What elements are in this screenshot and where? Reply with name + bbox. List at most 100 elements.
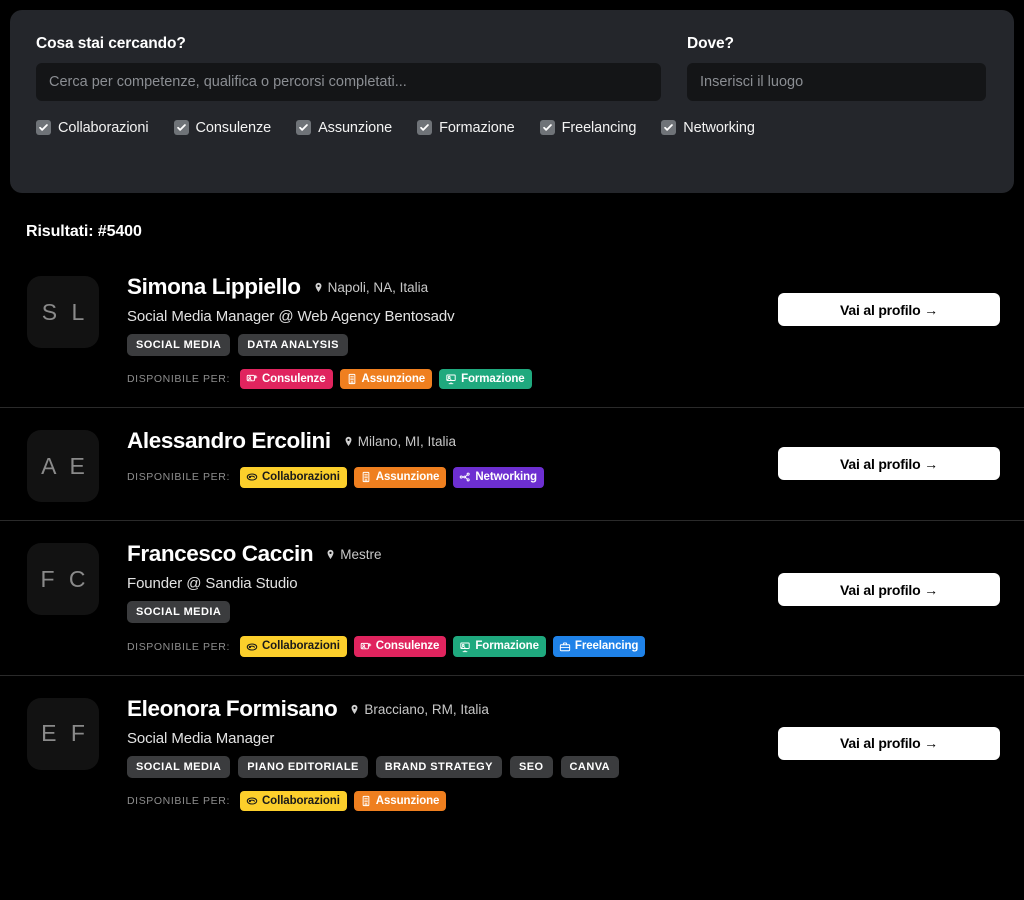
availability-badge-consulenze: Consulenze: [353, 636, 447, 657]
location-input[interactable]: [687, 62, 986, 101]
availability-badge-formazione: Formazione: [439, 368, 532, 390]
person-name: Eleonora Formisano: [127, 695, 338, 721]
check-icon[interactable]: [173, 120, 189, 135]
skill-tag-list: SOCIAL MEDIA: [127, 601, 778, 624]
availability-badge-label: Assunzione: [361, 372, 426, 385]
filter-checkbox-formazione[interactable]: Formazione: [417, 120, 515, 136]
availability-badge-assunzione: Assunzione: [339, 368, 433, 390]
what-field-label: Cosa stai cercando?: [36, 35, 186, 52]
result-card: S L Simona Lippiello Napoli, NA, Italia Soc…: [0, 254, 1024, 407]
person-name: Alessandro Ercolini: [127, 428, 331, 454]
skill-tag: DATA ANALYSIS: [238, 333, 348, 356]
skill-tag: SOCIAL MEDIA: [127, 333, 231, 356]
headline: Founder @ Sandia Studio: [127, 575, 298, 593]
availability-badge-collaborazioni: Collaborazioni: [239, 790, 347, 812]
location-text: Milano, MI, Italia: [357, 434, 457, 450]
location-text: Napoli, NA, Italia: [327, 280, 429, 295]
availability-label: DISPONIBILE PER:: [127, 471, 230, 484]
filter-checkbox-label: Formazione: [439, 119, 515, 136]
handshake-icon: [246, 471, 258, 483]
availability-label: DISPONIBILE PER:: [127, 794, 230, 807]
filter-checkbox-networking[interactable]: Networking: [661, 120, 755, 136]
go-to-profile-button[interactable]: Vai al profilo →: [778, 573, 1000, 607]
building-icon: [360, 471, 372, 483]
where-field-label: Dove?: [687, 35, 734, 52]
availability-badge-label: Freelancing: [574, 640, 639, 653]
availability-badge-networking: Networking: [453, 467, 544, 488]
availability-badge-assunzione: Assunzione: [353, 790, 447, 812]
availability-badge-consulenze: Consulenze: [239, 368, 333, 390]
map-pin-icon: [325, 548, 336, 561]
availability-row: DISPONIBILE PER: Collaborazioni Assunzione: [127, 790, 778, 812]
avatar: E F: [27, 697, 99, 770]
availability-badge-label: Formazione: [461, 372, 525, 385]
go-to-profile-button[interactable]: Vai al profilo →: [778, 293, 1000, 326]
skill-tag: PIANO EDITORIALE: [238, 755, 368, 778]
map-pin-icon: [343, 435, 354, 448]
check-icon[interactable]: [661, 120, 677, 135]
location: Bracciano, RM, Italia: [349, 702, 489, 717]
skill-tag: SEO: [509, 755, 553, 778]
result-card: E F Eleonora Formisano Bracciano, RM, Ital…: [0, 674, 1024, 829]
results-list: S L Simona Lippiello Napoli, NA, Italia Soc…: [0, 254, 1024, 829]
go-to-profile-button[interactable]: Vai al profilo →: [778, 726, 1000, 760]
search-filter-panel: Cosa stai cercando? Dove? Collaborazioni…: [10, 10, 1014, 193]
availability-badge-label: Consulenze: [261, 372, 326, 385]
building-icon: [360, 795, 372, 807]
availability-badge-label: Collaborazioni: [261, 640, 340, 653]
card-body: Francesco Caccin Mestre Founder @ Sandia S…: [99, 539, 778, 657]
headline: Social Media Manager: [127, 729, 275, 747]
whiteboard-teacher-icon: [445, 373, 457, 385]
location-text: Bracciano, RM, Italia: [364, 701, 489, 717]
availability-badge-freelancing: Freelancing: [552, 636, 646, 657]
results-count-title: Risultati: #5400: [26, 223, 142, 240]
filter-checkbox-freelancing[interactable]: Freelancing: [539, 119, 637, 136]
card-body: Alessandro Ercolini Milano, MI, Italia DIS…: [99, 426, 778, 488]
avatar: S L: [27, 276, 99, 348]
filter-checkbox-collaborazioni[interactable]: Collaborazioni: [36, 120, 149, 136]
check-icon[interactable]: [36, 120, 51, 135]
availability-row: DISPONIBILE PER: Collaborazioni Consulenze…: [127, 636, 778, 657]
location-text: Mestre: [340, 547, 382, 563]
skill-tag-list: SOCIAL MEDIA PIANO EDITORIALE BRAND STRATE…: [127, 755, 778, 778]
filter-checkbox-label: Collaborazioni: [58, 119, 149, 136]
availability-row: DISPONIBILE PER: Collaborazioni Assunzione…: [127, 467, 778, 488]
filter-checkbox-label: Consulenze: [195, 119, 272, 136]
availability-badge-assunzione: Assunzione: [353, 467, 447, 488]
filter-checkbox-consulenze[interactable]: Consulenze: [173, 119, 272, 136]
availability-badge-label: Assunzione: [375, 794, 440, 807]
result-card: A E Alessandro Ercolini Milano, MI, Italia…: [0, 407, 1024, 520]
presentation-person-icon: [246, 373, 258, 385]
availability-label: DISPONIBILE PER:: [127, 373, 230, 386]
map-pin-icon: [313, 281, 324, 294]
check-icon[interactable]: [539, 120, 555, 135]
skill-tag: BRAND STRATEGY: [375, 755, 502, 778]
map-pin-icon: [349, 703, 360, 716]
availability-badge-label: Networking: [475, 471, 537, 484]
location: Mestre: [325, 547, 381, 562]
presentation-person-icon: [360, 641, 372, 653]
skill-tag: CANVA: [560, 755, 620, 778]
skill-tag: SOCIAL MEDIA: [127, 755, 231, 778]
search-input[interactable]: [36, 62, 661, 101]
filter-checkbox-assunzione[interactable]: Assunzione: [296, 120, 392, 136]
availability-badge-label: Assunzione: [375, 471, 440, 484]
availability-badge-label: Collaborazioni: [261, 471, 340, 484]
avatar: A E: [27, 430, 99, 503]
filter-checkbox-label: Freelancing: [561, 119, 637, 136]
availability-badge-label: Collaborazioni: [261, 794, 340, 807]
go-to-profile-button[interactable]: Vai al profilo →: [778, 447, 1000, 481]
availability-row: DISPONIBILE PER: Consulenze Assunzione Form…: [127, 368, 778, 390]
check-icon[interactable]: [296, 120, 312, 135]
avatar: F C: [27, 543, 99, 616]
availability-badge-label: Consulenze: [375, 640, 440, 653]
card-body: Simona Lippiello Napoli, NA, Italia Social…: [99, 272, 778, 390]
check-icon[interactable]: [417, 120, 433, 135]
availability-badge-label: Formazione: [475, 640, 539, 653]
name-row: Eleonora Formisano Bracciano, RM, Italia: [127, 696, 778, 722]
skill-tag-list: SOCIAL MEDIA DATA ANALYSIS: [127, 333, 778, 356]
briefcase-icon: [559, 641, 571, 653]
building-icon: [346, 373, 358, 385]
name-row: Francesco Caccin Mestre: [127, 541, 778, 567]
card-body: Eleonora Formisano Bracciano, RM, Italia S…: [99, 694, 778, 812]
